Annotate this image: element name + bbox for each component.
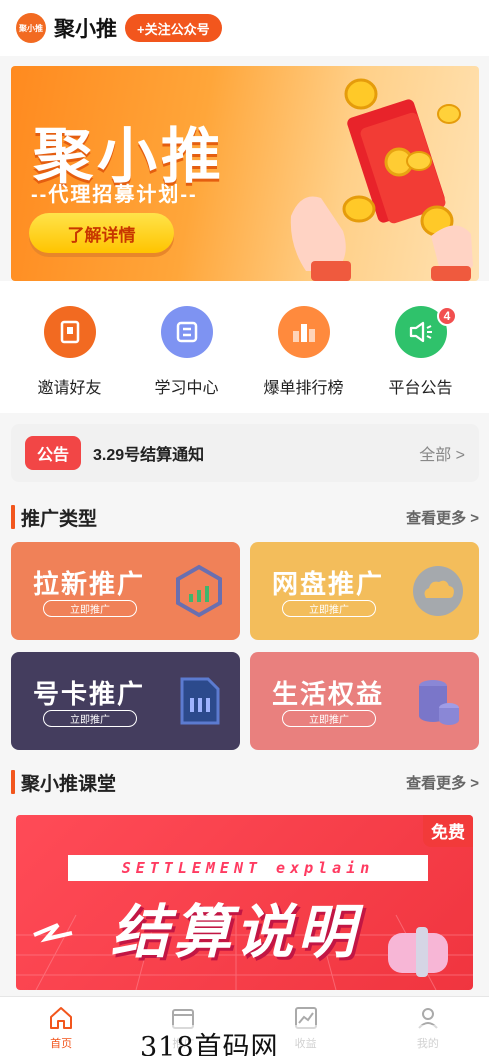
card-title: 网盘推广 bbox=[272, 570, 385, 600]
home-icon bbox=[50, 1007, 73, 1029]
hexagon-chart-icon bbox=[176, 564, 222, 618]
notification-badge: 4 bbox=[437, 306, 457, 326]
card-title: 号卡推广 bbox=[33, 680, 146, 710]
section-accent-bar bbox=[11, 770, 15, 794]
notice-text[interactable]: 3.29号结算通知 bbox=[93, 441, 419, 465]
promote-now-button[interactable]: 立即推广 bbox=[282, 600, 376, 617]
promote-now-button[interactable]: 立即推广 bbox=[43, 600, 137, 617]
quick-item-label: 学习中心 bbox=[154, 380, 219, 397]
tab-label: 首页 bbox=[50, 1038, 73, 1050]
quick-item-label: 邀请好友 bbox=[37, 380, 102, 397]
quick-item-learning[interactable]: 学习中心 bbox=[128, 281, 245, 413]
quick-item-label: 平台公告 bbox=[388, 380, 453, 397]
class-title: 结算说明 bbox=[111, 898, 360, 966]
cloud-icon bbox=[413, 566, 463, 616]
view-more-link[interactable]: 查看更多 > bbox=[406, 772, 479, 793]
class-section-header: 聚小推课堂 查看更多 > bbox=[11, 767, 479, 797]
banner-subtitle: --代理招募计划-- bbox=[31, 184, 198, 206]
agent-recruit-banner[interactable]: 聚小推 --代理招募计划-- 了解详情 bbox=[11, 66, 479, 281]
class-subtitle: SETTLEMENT explain bbox=[121, 859, 375, 877]
quick-item-invite[interactable]: 邀请好友 bbox=[11, 281, 128, 413]
app-title: 聚小推 bbox=[54, 18, 117, 41]
app-header: 聚小推 聚小推 +关注公众号 bbox=[0, 0, 489, 56]
promote-now-button[interactable]: 立即推广 bbox=[43, 710, 137, 727]
tab-home[interactable]: 首页 bbox=[0, 997, 122, 1056]
quick-item-ranking[interactable]: 爆单排行榜 bbox=[245, 281, 362, 413]
section-title: 推广类型 bbox=[21, 508, 98, 530]
list-icon bbox=[160, 306, 213, 358]
coin-stack-icon bbox=[419, 680, 459, 725]
section-accent-bar bbox=[11, 505, 15, 529]
promo-card-cloud-drive[interactable]: 网盘推广 立即推广 bbox=[250, 542, 479, 640]
quick-menu: 邀请好友 学习中心 爆单排行榜 4 平台公告 bbox=[0, 281, 489, 413]
promo-card-life-benefits[interactable]: 生活权益 立即推广 bbox=[250, 652, 479, 750]
promo-card-new-user[interactable]: 拉新推广 立即推广 bbox=[11, 542, 240, 640]
settlement-class-banner[interactable]: 免费 SETTLEMENT explain 结算说明 bbox=[16, 815, 473, 990]
chart-icon bbox=[277, 306, 330, 358]
book-icon bbox=[43, 306, 96, 358]
class-subtitle-strip: SETTLEMENT explain bbox=[68, 855, 428, 881]
promo-section-header: 推广类型 查看更多 > bbox=[11, 502, 479, 532]
card-title: 拉新推广 bbox=[33, 570, 146, 600]
red-envelope-hands-illustration bbox=[290, 78, 473, 281]
quick-item-label: 爆单排行榜 bbox=[263, 380, 344, 397]
free-tag: 免费 bbox=[423, 815, 473, 847]
notice-bar[interactable]: 公告 3.29号结算通知 全部 > bbox=[11, 424, 479, 482]
promote-now-button[interactable]: 立即推广 bbox=[282, 710, 376, 727]
site-watermark: 318首码网 www.e318.com bbox=[140, 1025, 489, 1056]
app-logo: 聚小推 bbox=[16, 13, 46, 43]
notice-tag: 公告 bbox=[25, 436, 82, 470]
sim-card-icon bbox=[180, 677, 220, 725]
quick-item-announcement[interactable]: 4 平台公告 bbox=[362, 281, 479, 413]
section-title: 聚小推课堂 bbox=[21, 773, 117, 795]
follow-account-button[interactable]: +关注公众号 bbox=[125, 14, 222, 42]
view-more-link[interactable]: 查看更多 > bbox=[406, 507, 479, 528]
card-title: 生活权益 bbox=[272, 680, 385, 710]
notice-all-link[interactable]: 全部 > bbox=[419, 441, 465, 465]
promo-card-sim[interactable]: 号卡推广 立即推广 bbox=[11, 652, 240, 750]
learn-more-button[interactable]: 了解详情 bbox=[29, 213, 174, 253]
